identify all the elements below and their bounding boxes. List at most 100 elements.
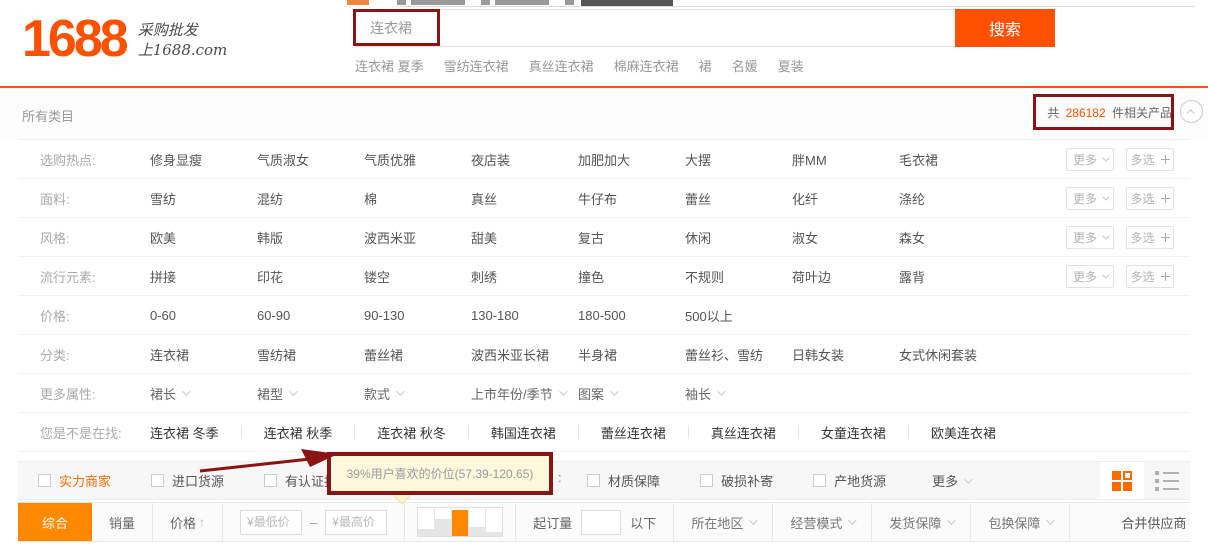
filter-option[interactable]: 波西米亚 [364, 228, 471, 247]
more-button[interactable]: 更多 [1066, 226, 1114, 249]
related-search-link[interactable]: 连衣裙 秋冬 [377, 423, 446, 442]
filter-option[interactable]: 不规则 [685, 267, 792, 286]
related-search-link[interactable]: 蕾丝连衣裙 [601, 423, 666, 442]
filter-option[interactable]: 胖MM [792, 150, 899, 169]
sort-dropdown[interactable]: 经营模式 [773, 503, 872, 541]
filter-option[interactable]: 加肥加大 [578, 150, 685, 169]
more-button[interactable]: 更多 [1066, 148, 1114, 171]
sort-tab[interactable]: 综合 [18, 503, 92, 541]
search-suggestion-link[interactable]: 裙 [699, 56, 712, 75]
attribute-dropdown[interactable]: 裙长 [150, 384, 257, 403]
service-checkbox-item[interactable]: 破损补寄 [700, 471, 773, 490]
filter-option[interactable]: 雪纺裙 [257, 345, 364, 364]
search-suggestion-link[interactable]: 连衣裙 夏季 [355, 56, 424, 75]
filter-option[interactable]: 蕾丝裙 [364, 345, 471, 364]
filter-option[interactable]: 气质优雅 [364, 150, 471, 169]
sort-dropdown[interactable]: 发货保障 [872, 503, 971, 541]
filter-option[interactable]: 欧美 [150, 228, 257, 247]
checkbox[interactable] [587, 474, 600, 487]
search-button[interactable]: 搜索 [955, 9, 1055, 47]
filter-option[interactable]: 牛仔布 [578, 189, 685, 208]
list-view-button[interactable] [1144, 462, 1190, 499]
filter-option[interactable]: 休闲 [685, 228, 792, 247]
filter-option[interactable]: 连衣裙 [150, 345, 257, 364]
checkbox[interactable] [813, 474, 826, 487]
more-button[interactable]: 更多 [1066, 187, 1114, 210]
search-suggestion-link[interactable]: 真丝连衣裙 [529, 56, 594, 75]
filter-option[interactable]: 毛衣裙 [899, 150, 1006, 169]
filter-option[interactable]: 半身裙 [578, 345, 685, 364]
collapse-button[interactable] [1180, 100, 1203, 123]
related-search-link[interactable]: 女童连衣裙 [821, 423, 886, 442]
price-histogram-slider[interactable] [417, 507, 503, 537]
sort-tab[interactable]: 价格↑ [153, 503, 223, 541]
checkbox[interactable] [700, 474, 713, 487]
service-checkbox-item[interactable]: 进口货源 [151, 471, 224, 490]
attribute-dropdown[interactable]: 图案 [578, 384, 685, 403]
filter-option[interactable]: 甜美 [471, 228, 578, 247]
filter-option[interactable]: 拼接 [150, 267, 257, 286]
related-search-link[interactable]: 连衣裙 秋季 [264, 423, 333, 442]
merge-supplier-button[interactable]: 合并供应商 [1104, 503, 1208, 541]
filter-option[interactable]: 蕾丝衫、雪纺 [685, 345, 792, 364]
multi-select-button[interactable]: 多选 [1126, 265, 1174, 288]
filter-option[interactable]: 大摆 [685, 150, 792, 169]
filter-option[interactable]: 女式休闲套装 [899, 345, 1006, 364]
price-max-input[interactable] [325, 510, 387, 535]
filter-option[interactable]: 荷叶边 [792, 267, 899, 286]
sort-dropdown[interactable]: 包换保障 [971, 503, 1070, 541]
multi-select-button[interactable]: 多选 [1126, 226, 1174, 249]
service-checkbox-item[interactable]: 产地货源 [813, 471, 886, 490]
sort-dropdown[interactable]: 所在地区 [674, 503, 773, 541]
filter-option[interactable]: 涤纶 [899, 189, 1006, 208]
attribute-dropdown[interactable]: 上市年份/季节 [471, 384, 578, 403]
service-checkbox-item[interactable]: 材质保障 [587, 471, 660, 490]
search-input[interactable] [355, 9, 955, 47]
filter-option[interactable]: 90-130 [364, 308, 471, 323]
filter-option[interactable]: 韩版 [257, 228, 364, 247]
filter-option[interactable]: 刺绣 [471, 267, 578, 286]
checkbox[interactable] [151, 474, 164, 487]
attribute-dropdown[interactable]: 袖长 [685, 384, 792, 403]
attribute-dropdown[interactable]: 裙型 [257, 384, 364, 403]
filter-option[interactable]: 混纺 [257, 189, 364, 208]
service-checkbox-item[interactable]: 实力商家 [38, 471, 111, 490]
checkbox[interactable] [38, 474, 51, 487]
filter-option[interactable]: 化纤 [792, 189, 899, 208]
filter-option[interactable]: 0-60 [150, 308, 257, 323]
filter-option[interactable]: 130-180 [471, 308, 578, 323]
checkbox[interactable] [264, 474, 277, 487]
filter-option[interactable]: 修身显瘦 [150, 150, 257, 169]
filter-option[interactable]: 印花 [257, 267, 364, 286]
filter-option[interactable]: 气质淑女 [257, 150, 364, 169]
price-min-input[interactable] [240, 510, 302, 535]
filter-option[interactable]: 森女 [899, 228, 1006, 247]
related-search-link[interactable]: 韩国连衣裙 [491, 423, 556, 442]
filter-option[interactable]: 60-90 [257, 308, 364, 323]
more-button[interactable]: 更多 [1066, 265, 1114, 288]
search-suggestion-link[interactable]: 夏装 [778, 56, 804, 75]
filter-option[interactable]: 棉 [364, 189, 471, 208]
filter-option[interactable]: 雪纺 [150, 189, 257, 208]
related-search-link[interactable]: 欧美连衣裙 [931, 423, 996, 442]
related-search-link[interactable]: 连衣裙 冬季 [150, 423, 219, 442]
moq-input[interactable] [581, 510, 621, 535]
filter-option[interactable]: 镂空 [364, 267, 471, 286]
filter-option[interactable]: 撞色 [578, 267, 685, 286]
filter-option[interactable]: 500以上 [685, 306, 792, 325]
related-search-link[interactable]: 真丝连衣裙 [711, 423, 776, 442]
filter-option[interactable]: 复古 [578, 228, 685, 247]
filter-option[interactable]: 日韩女装 [792, 345, 899, 364]
filter-option[interactable]: 180-500 [578, 308, 685, 323]
filter-option[interactable]: 真丝 [471, 189, 578, 208]
grid-view-button[interactable] [1100, 462, 1144, 499]
filter-option[interactable]: 波西米亚长裙 [471, 345, 578, 364]
sort-tab[interactable]: 销量 [92, 503, 153, 541]
service-more-button[interactable]: 更多 [932, 471, 970, 490]
filter-option[interactable]: 淑女 [792, 228, 899, 247]
search-suggestion-link[interactable]: 雪纺连衣裙 [444, 56, 509, 75]
multi-select-button[interactable]: 多选 [1126, 148, 1174, 171]
search-suggestion-link[interactable]: 棉麻连衣裙 [614, 56, 679, 75]
multi-select-button[interactable]: 多选 [1126, 187, 1174, 210]
filter-option[interactable]: 夜店装 [471, 150, 578, 169]
